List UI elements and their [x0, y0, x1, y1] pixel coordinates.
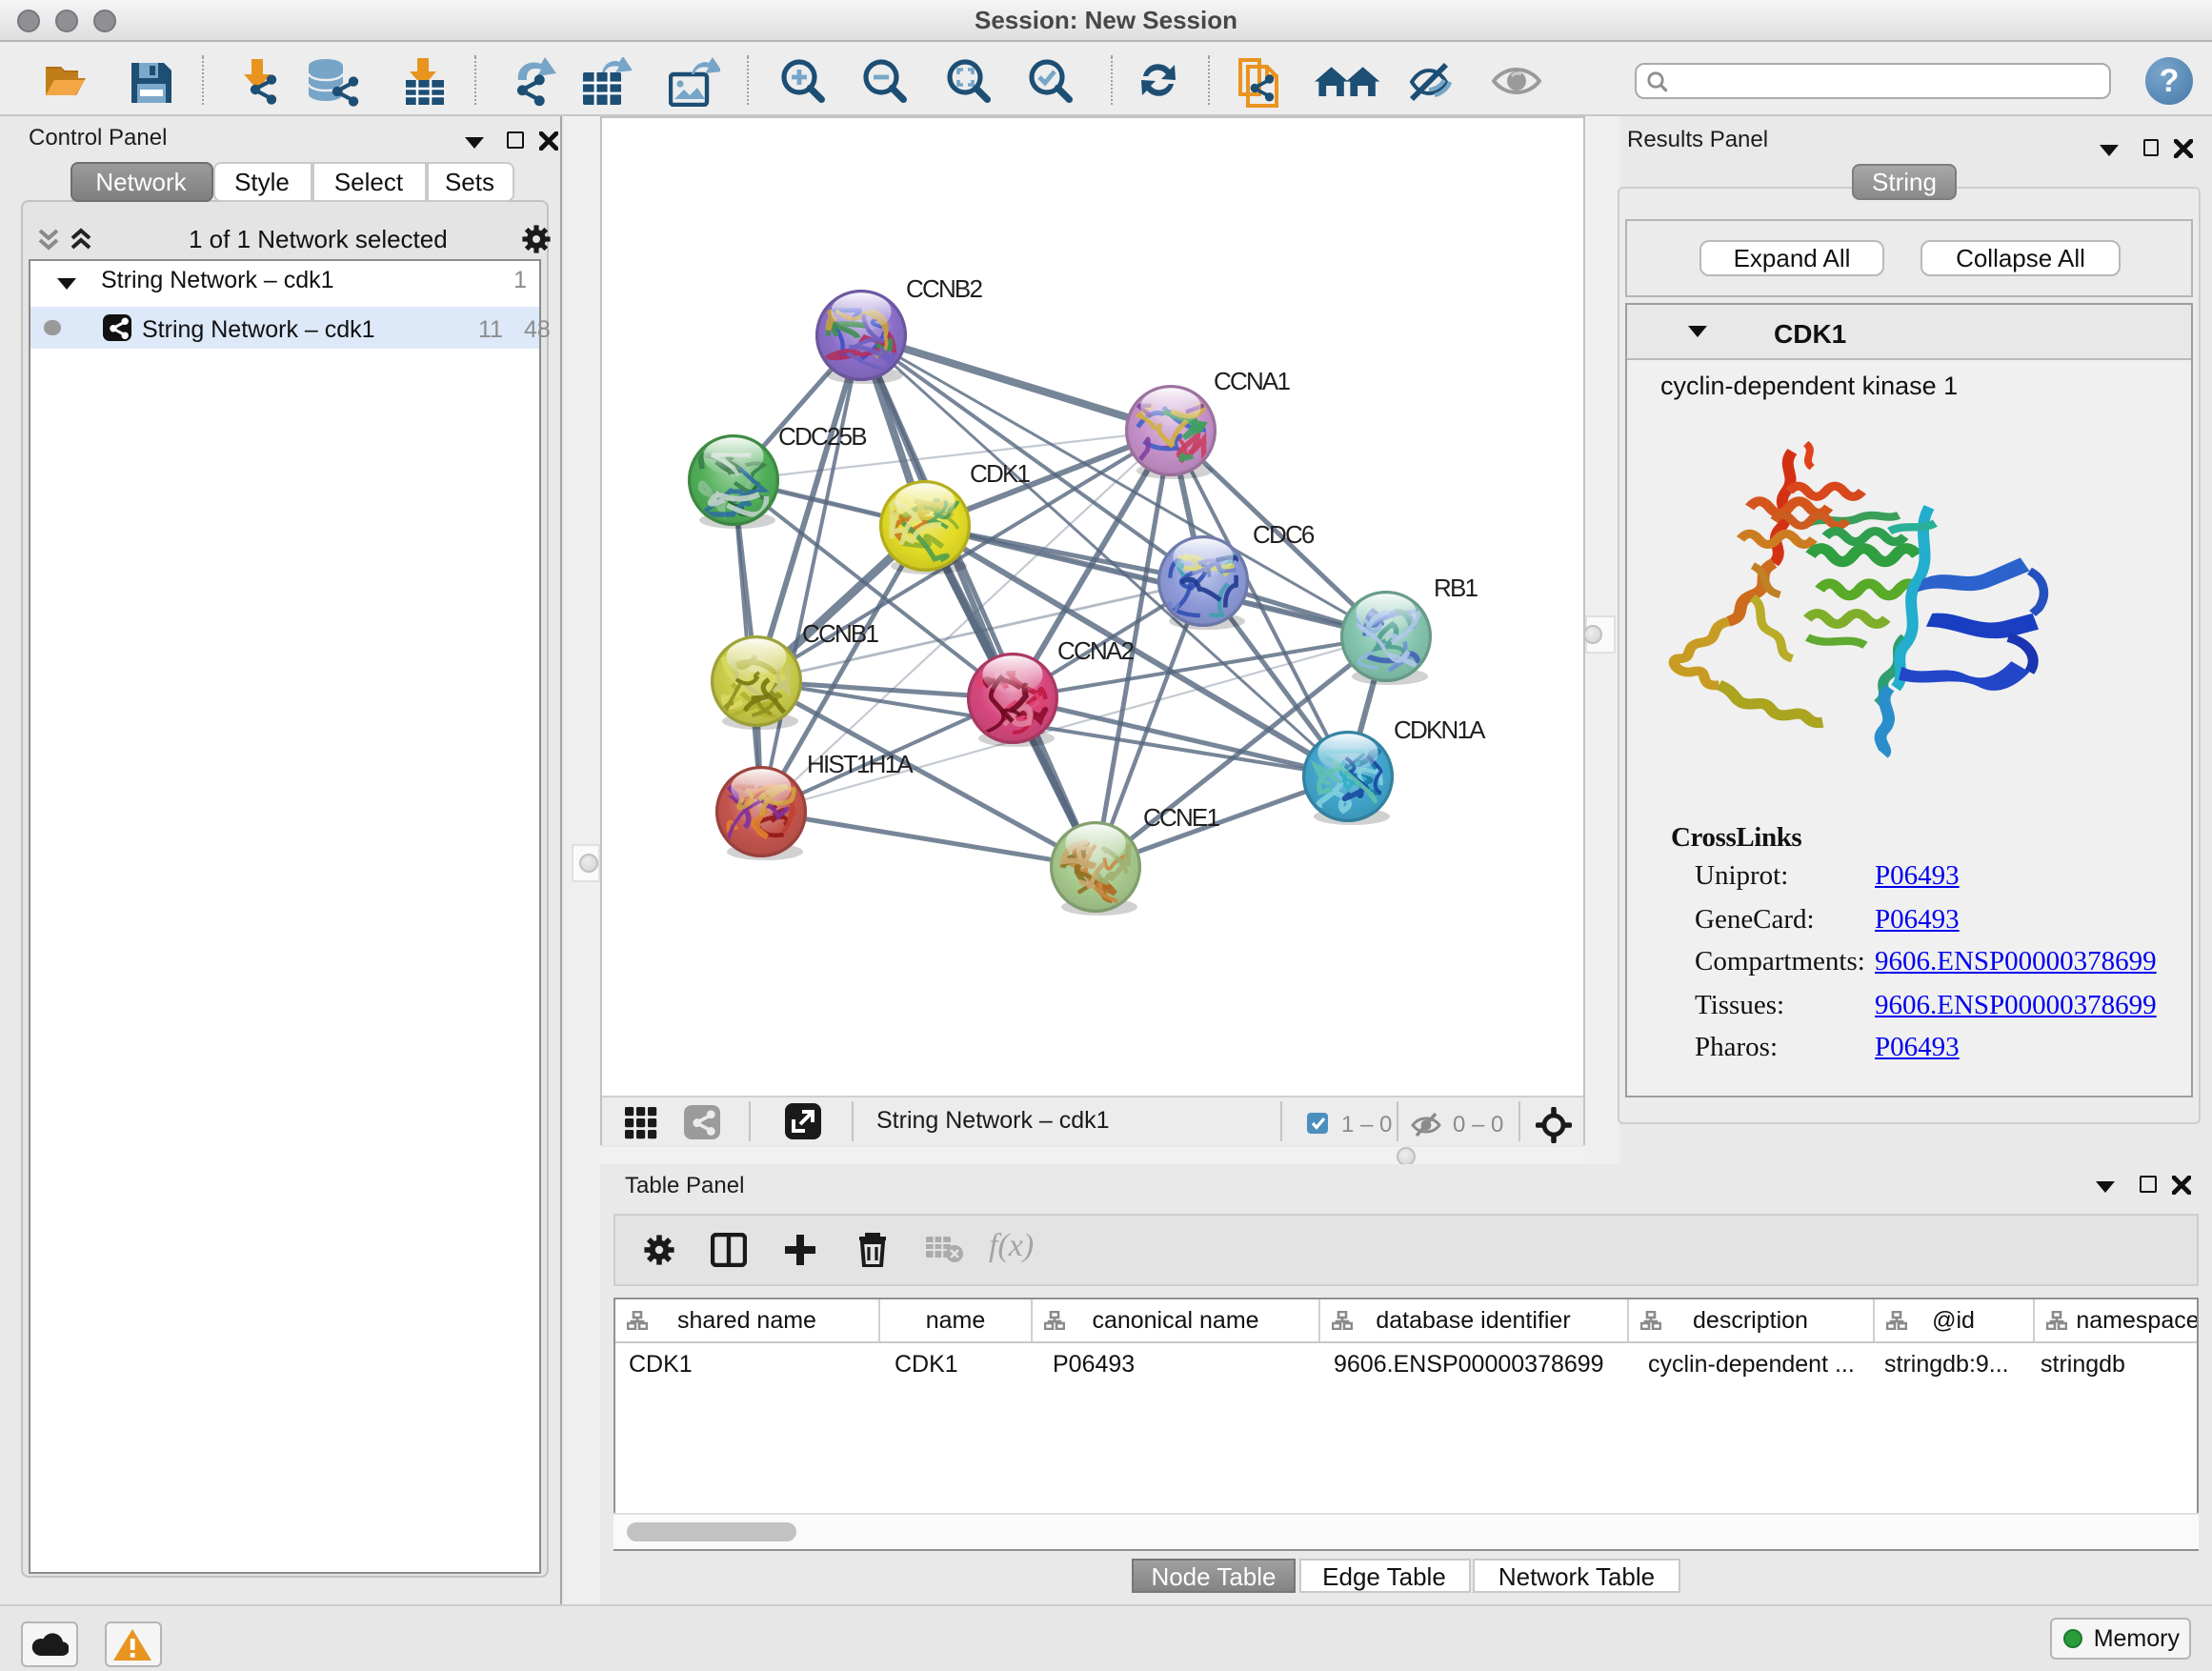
- svg-text:CDKN1A: CDKN1A: [1394, 715, 1486, 744]
- svg-text:CCNA1: CCNA1: [1214, 367, 1290, 395]
- svg-text:CCNA2: CCNA2: [1057, 636, 1134, 665]
- svg-text:CCNE1: CCNE1: [1143, 803, 1219, 832]
- svg-text:CDC25B: CDC25B: [778, 422, 866, 451]
- svg-text:CCNB1: CCNB1: [802, 619, 878, 648]
- svg-text:CCNB2: CCNB2: [906, 274, 982, 303]
- svg-text:RB1: RB1: [1434, 574, 1478, 602]
- svg-text:CDK1: CDK1: [970, 459, 1030, 488]
- svg-text:HIST1H1A: HIST1H1A: [807, 750, 914, 778]
- svg-text:CDC6: CDC6: [1253, 520, 1315, 549]
